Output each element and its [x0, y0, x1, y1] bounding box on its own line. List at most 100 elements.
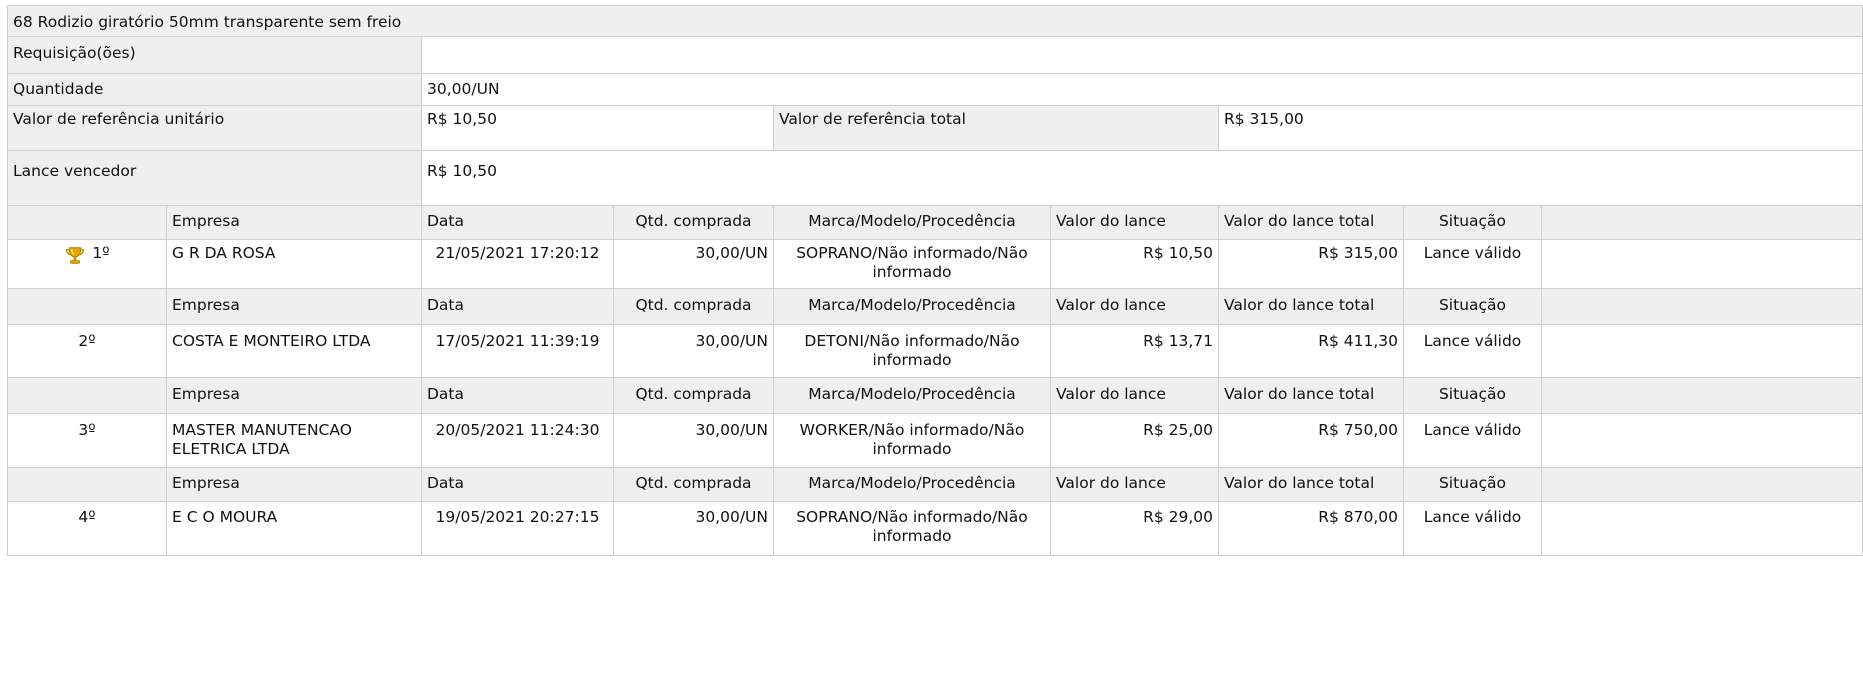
- bid-qtd: 30,00/UN: [614, 414, 774, 468]
- trophy-icon: [64, 245, 86, 272]
- requisicoes-value: [422, 37, 1863, 74]
- rank-header: [7, 378, 167, 414]
- bids-table: Empresa Data Qtd. comprada Marca/Modelo/…: [7, 206, 1863, 556]
- col-data: Data: [422, 206, 614, 240]
- bid-valor: R$ 25,00: [1051, 414, 1219, 468]
- col-qtd: Qtd. comprada: [614, 468, 774, 502]
- col-situacao: Situação: [1404, 378, 1542, 414]
- bid-rank: 1º: [92, 244, 110, 262]
- col-valor: Valor do lance: [1051, 206, 1219, 240]
- col-data: Data: [422, 289, 614, 325]
- requisicoes-label: Requisição(ões): [7, 37, 422, 74]
- col-valor: Valor do lance: [1051, 289, 1219, 325]
- bids-header-row: Empresa Data Qtd. comprada Marca/Modelo/…: [7, 468, 1863, 502]
- quantidade-label: Quantidade: [7, 74, 422, 106]
- item-title: 68 Rodizio giratório 50mm transparente s…: [7, 5, 1863, 37]
- bid-valor-total: R$ 870,00: [1219, 502, 1404, 556]
- col-marca: Marca/Modelo/Procedência: [774, 206, 1051, 240]
- col-situacao: Situação: [1404, 289, 1542, 325]
- bid-row: 3º MASTER MANUTENCAO ELETRICA LTDA 20/05…: [7, 414, 1863, 468]
- bid-rank-cell: 1º: [7, 240, 167, 289]
- col-valor: Valor do lance: [1051, 378, 1219, 414]
- bid-row: 1º G R DA ROSA 21/05/2021 17:20:12 30,00…: [7, 240, 1863, 289]
- requisicoes-row: Requisição(ões): [7, 37, 1863, 74]
- quantidade-value: 30,00/UN: [422, 74, 1863, 106]
- bid-marca: SOPRANO/Não informado/Não informado: [774, 240, 1051, 289]
- col-situacao: Situação: [1404, 468, 1542, 502]
- item-info-table: 68 Rodizio giratório 50mm transparente s…: [7, 5, 1863, 206]
- bid-valor: R$ 29,00: [1051, 502, 1219, 556]
- lance-vencedor-label: Lance vencedor: [7, 151, 422, 206]
- valor-referencia-row: Valor de referência unitário R$ 10,50 Va…: [7, 106, 1863, 151]
- rank-header: [7, 468, 167, 502]
- bid-rank: 4º: [7, 502, 167, 556]
- col-qtd: Qtd. comprada: [614, 289, 774, 325]
- bids-header-row: Empresa Data Qtd. comprada Marca/Modelo/…: [7, 206, 1863, 240]
- item-panel: 68 Rodizio giratório 50mm transparente s…: [7, 5, 1863, 556]
- bid-situacao: Lance válido: [1404, 240, 1542, 289]
- col-data: Data: [422, 468, 614, 502]
- rank-header: [7, 206, 167, 240]
- col-marca: Marca/Modelo/Procedência: [774, 289, 1051, 325]
- lance-vencedor-row: Lance vencedor R$ 10,50: [7, 151, 1863, 206]
- rank-header: [7, 289, 167, 325]
- col-situacao: Situação: [1404, 206, 1542, 240]
- bid-valor-total: R$ 411,30: [1219, 325, 1404, 378]
- bid-data: 21/05/2021 17:20:12: [422, 240, 614, 289]
- bid-situacao: Lance válido: [1404, 502, 1542, 556]
- bid-marca: SOPRANO/Não informado/Não informado: [774, 502, 1051, 556]
- col-valor-total: Valor do lance total: [1219, 468, 1404, 502]
- bid-valor: R$ 13,71: [1051, 325, 1219, 378]
- bid-valor-total: R$ 750,00: [1219, 414, 1404, 468]
- bid-data: 20/05/2021 11:24:30: [422, 414, 614, 468]
- bid-filler: [1542, 325, 1863, 378]
- bid-empresa: COSTA E MONTEIRO LTDA: [167, 325, 422, 378]
- col-qtd: Qtd. comprada: [614, 378, 774, 414]
- bid-empresa: G R DA ROSA: [167, 240, 422, 289]
- ref-total-value: R$ 315,00: [1219, 106, 1863, 151]
- bid-rank: 2º: [7, 325, 167, 378]
- quantidade-row: Quantidade 30,00/UN: [7, 74, 1863, 106]
- lance-vencedor-value: R$ 10,50: [422, 151, 1863, 206]
- bid-marca: WORKER/Não informado/Não informado: [774, 414, 1051, 468]
- item-title-row: 68 Rodizio giratório 50mm transparente s…: [7, 5, 1863, 37]
- bid-data: 17/05/2021 11:39:19: [422, 325, 614, 378]
- bid-qtd: 30,00/UN: [614, 240, 774, 289]
- bid-qtd: 30,00/UN: [614, 325, 774, 378]
- bid-data: 19/05/2021 20:27:15: [422, 502, 614, 556]
- bid-row: 2º COSTA E MONTEIRO LTDA 17/05/2021 11:3…: [7, 325, 1863, 378]
- bids-header-row: Empresa Data Qtd. comprada Marca/Modelo/…: [7, 378, 1863, 414]
- bid-rank: 3º: [7, 414, 167, 468]
- col-filler: [1542, 378, 1863, 414]
- col-filler: [1542, 289, 1863, 325]
- bid-valor: R$ 10,50: [1051, 240, 1219, 289]
- ref-total-label: Valor de referência total: [774, 106, 1219, 151]
- col-data: Data: [422, 378, 614, 414]
- col-empresa: Empresa: [167, 378, 422, 414]
- col-empresa: Empresa: [167, 468, 422, 502]
- bid-situacao: Lance válido: [1404, 414, 1542, 468]
- bid-marca: DETONI/Não informado/Não informado: [774, 325, 1051, 378]
- bid-valor-total: R$ 315,00: [1219, 240, 1404, 289]
- bid-qtd: 30,00/UN: [614, 502, 774, 556]
- col-empresa: Empresa: [167, 206, 422, 240]
- bid-empresa: MASTER MANUTENCAO ELETRICA LTDA: [167, 414, 422, 468]
- col-marca: Marca/Modelo/Procedência: [774, 468, 1051, 502]
- col-empresa: Empresa: [167, 289, 422, 325]
- col-valor: Valor do lance: [1051, 468, 1219, 502]
- col-valor-total: Valor do lance total: [1219, 378, 1404, 414]
- ref-unit-value: R$ 10,50: [422, 106, 774, 151]
- bids-header-row: Empresa Data Qtd. comprada Marca/Modelo/…: [7, 289, 1863, 325]
- bid-filler: [1542, 502, 1863, 556]
- col-filler: [1542, 206, 1863, 240]
- col-filler: [1542, 468, 1863, 502]
- col-valor-total: Valor do lance total: [1219, 289, 1404, 325]
- bid-filler: [1542, 414, 1863, 468]
- bid-row: 4º E C O MOURA 19/05/2021 20:27:15 30,00…: [7, 502, 1863, 556]
- bid-situacao: Lance válido: [1404, 325, 1542, 378]
- col-marca: Marca/Modelo/Procedência: [774, 378, 1051, 414]
- col-valor-total: Valor do lance total: [1219, 206, 1404, 240]
- bid-filler: [1542, 240, 1863, 289]
- col-qtd: Qtd. comprada: [614, 206, 774, 240]
- ref-unit-label: Valor de referência unitário: [7, 106, 422, 151]
